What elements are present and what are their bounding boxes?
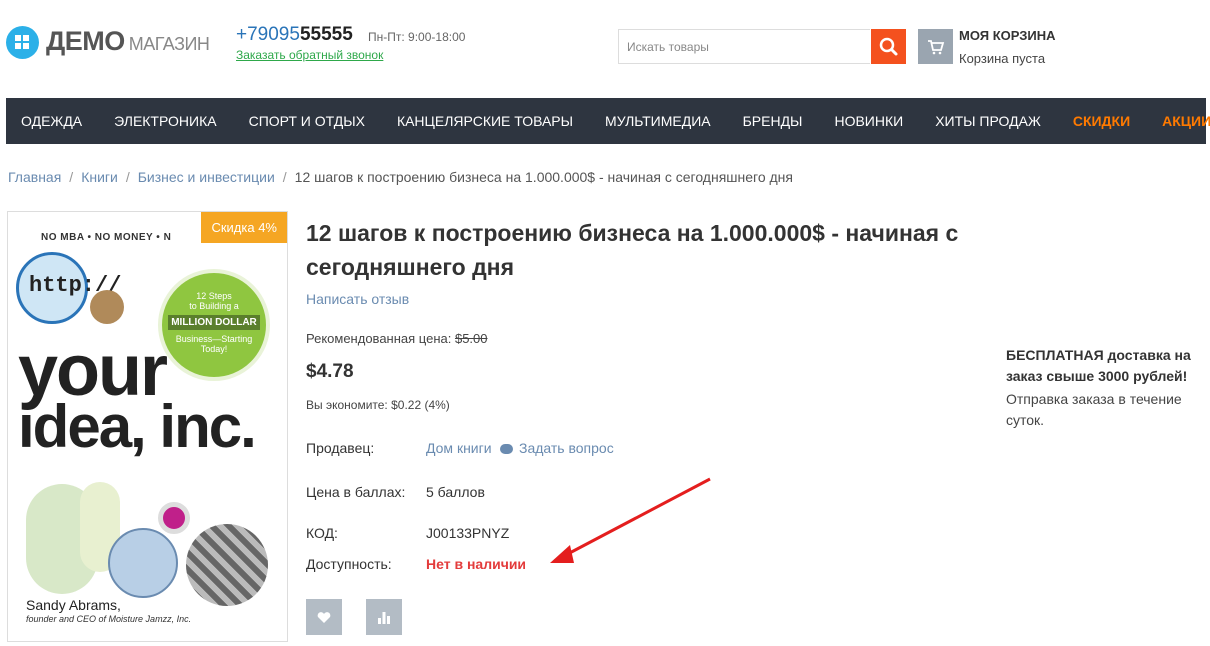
nav-item-discounts[interactable]: СКИДКИ <box>1073 113 1130 129</box>
logo[interactable]: ДЕМО МАГАЗИН <box>46 26 210 57</box>
points-label: Цена в баллах: <box>306 484 406 500</box>
cover-shoe <box>108 528 178 598</box>
nav-item-sport[interactable]: СПОРТ И ОТДЫХ <box>249 113 365 129</box>
nav-item-brands[interactable]: БРЕНДЫ <box>743 113 803 129</box>
search-button[interactable] <box>871 29 906 64</box>
cover-author: Sandy Abrams, <box>26 597 121 613</box>
free-delivery-notice: БЕСПЛАТНАЯ доставка на заказ свыше 3000 … <box>1006 347 1191 384</box>
breadcrumb-separator: / <box>125 169 130 185</box>
ask-question-link[interactable]: Задать вопрос <box>500 440 614 456</box>
product-title: 12 шагов к построению бизнеса на 1.000.0… <box>306 220 959 280</box>
main-nav: ОДЕЖДА ЭЛЕКТРОНИКА СПОРТ И ОТДЫХ КАНЦЕЛЯ… <box>6 98 1210 144</box>
cover-pink-dot <box>158 502 190 534</box>
recommended-price-value: $5.00 <box>454 331 488 346</box>
cover-circle-line: Today! <box>200 344 228 354</box>
seller-link[interactable]: Дом книги <box>426 440 492 456</box>
cover-tagline: NO MBA • NO MONEY • N <box>41 232 172 243</box>
discount-badge: Скидка 4% <box>201 212 287 243</box>
search-input[interactable]: Искать товары <box>618 29 870 64</box>
savings: Вы экономите: $0.22 (4%) <box>306 398 450 412</box>
nav-item-stationery[interactable]: КАНЦЕЛЯРСКИЕ ТОВАРЫ <box>397 113 573 129</box>
breadcrumb-business[interactable]: Бизнес и инвестиции <box>138 169 275 185</box>
callback-link[interactable]: Заказать обратный звонок <box>236 48 383 62</box>
cover-title-line2: idea, inc. <box>18 393 257 460</box>
points-value: 5 баллов <box>426 484 485 500</box>
cover-circle-line: Business—Starting <box>175 334 253 344</box>
cover-circle-line: 12 Steps <box>196 291 232 301</box>
breadcrumb-current: 12 шагов к построению бизнеса на 1.000.0… <box>294 169 793 185</box>
product-image[interactable]: NO MBA • NO MONEY • N http:// 12 Steps t… <box>7 211 288 642</box>
cart-status: Корзина пуста <box>959 51 1046 66</box>
nav-item-multimedia[interactable]: МУЛЬТИМЕДИА <box>605 113 711 129</box>
code-value: J00133PNYZ <box>426 525 510 541</box>
cart-icon <box>928 40 945 55</box>
heart-icon <box>317 612 331 623</box>
cover-http-circle: http:// <box>16 252 121 324</box>
phone-bold: 55555 <box>299 24 353 45</box>
cover-cookie <box>90 290 124 324</box>
wishlist-button[interactable] <box>306 599 342 635</box>
nav-item-promotions[interactable]: АКЦИИ <box>1162 113 1210 129</box>
cart-title[interactable]: МОЯ КОРЗИНА <box>959 28 1056 43</box>
nav-item-new[interactable]: НОВИНКИ <box>834 113 903 129</box>
product-price: $4.78 <box>306 361 354 382</box>
work-hours: Пн-Пт: 9:00-18:00 <box>368 30 466 44</box>
breadcrumb-home[interactable]: Главная <box>8 169 61 185</box>
recommended-price: Рекомендованная цена: $5.00 <box>306 331 488 346</box>
compare-button[interactable] <box>366 599 402 635</box>
ask-question-label: Задать вопрос <box>519 440 614 456</box>
bar-chart-icon <box>378 612 390 624</box>
shipping-note: Отправка заказа в течение суток. <box>1006 391 1182 428</box>
recommended-price-label: Рекомендованная цена: <box>306 331 452 346</box>
seller-label: Продавец: <box>306 440 375 456</box>
availability-value: Нет в наличии <box>426 556 527 572</box>
nav-item-clothing[interactable]: ОДЕЖДА <box>21 113 82 129</box>
logo-sub: МАГАЗИН <box>128 34 210 54</box>
code-label: КОД: <box>306 525 338 541</box>
phone-prefix: +79095 <box>236 24 300 45</box>
cover-badge-circle: 12 Steps to Building a MILLION DOLLAR Bu… <box>158 269 270 381</box>
cart-button[interactable] <box>918 29 953 64</box>
breadcrumb-separator: / <box>282 169 287 185</box>
phone-number[interactable]: +7909555555 <box>236 24 353 46</box>
availability-label: Доступность: <box>306 556 392 572</box>
chat-bubble-icon <box>500 444 513 455</box>
logo-main: ДЕМО <box>46 26 125 56</box>
cover-circle-highlight: MILLION DOLLAR <box>168 315 260 330</box>
annotation-arrow-icon <box>550 477 711 563</box>
nav-item-bestsellers[interactable]: ХИТЫ ПРОДАЖ <box>935 113 1041 129</box>
cover-author-sub: founder and CEO of Moisture Jamzz, Inc. <box>26 614 192 624</box>
cover-metal <box>186 524 268 606</box>
cover-circle-line: to Building a <box>189 301 239 311</box>
breadcrumb: Главная / Книги / Бизнес и инвестиции / 12 шаг… <box>8 169 793 185</box>
search-icon <box>879 37 898 56</box>
logo-icon[interactable] <box>6 26 39 59</box>
breadcrumb-separator: / <box>69 169 74 185</box>
nav-item-electronics[interactable]: ЭЛЕКТРОНИКА <box>114 113 216 129</box>
breadcrumb-books[interactable]: Книги <box>81 169 118 185</box>
write-review-link[interactable]: Написать отзыв <box>306 291 409 307</box>
